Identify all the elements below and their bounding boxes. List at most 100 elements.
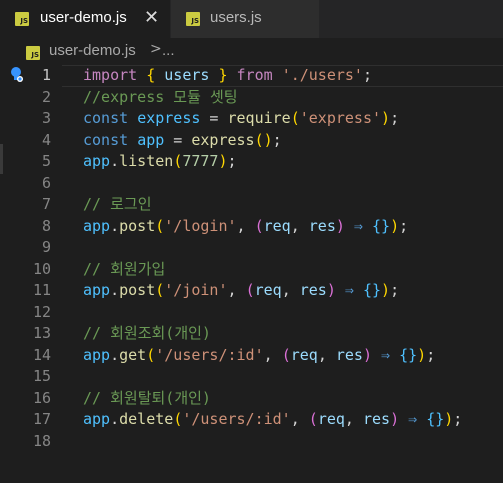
code-token: = [200, 109, 228, 127]
code-token: , [281, 281, 300, 299]
code-line[interactable]: 16 // 회원탈퇴(개인) [0, 388, 503, 410]
tab-label: users.js [210, 9, 262, 26]
code-token: ( [245, 281, 255, 299]
code-token: ; [390, 109, 400, 127]
code-token: ; [426, 345, 436, 364]
tab-users[interactable]: JS users.js [171, 0, 319, 38]
line-number: 15 [32, 367, 51, 385]
code-text: //express 모듈 셋팅 [83, 87, 238, 109]
code-token: , [317, 345, 336, 364]
js-file-icon: JS [26, 46, 40, 60]
code-token: {} [372, 216, 391, 235]
code-text: // 회원탈퇴(개인) [83, 388, 211, 410]
code-token: {} [362, 281, 382, 299]
code-token: ) [390, 216, 400, 235]
code-token: () [254, 130, 273, 149]
code-line[interactable]: 5 app.listen(7777); [0, 151, 503, 173]
code-line[interactable]: 10 // 회원가입 [0, 259, 503, 281]
code-line[interactable]: 8 app.post('/login', (req, res) ⇒ {}); [0, 216, 503, 238]
line-number: 18 [32, 431, 51, 450]
code-token: ( [290, 109, 300, 127]
code-token: ; [227, 152, 237, 170]
code-line[interactable]: 15 [0, 366, 503, 388]
code-text: app.delete('/users/:id', (req, res) ⇒ {}… [83, 409, 462, 431]
code-line[interactable]: 3 const express = require('express'); [0, 108, 503, 130]
code-token: express [191, 130, 255, 149]
code-line[interactable]: 12 [0, 302, 503, 324]
code-token: ) [444, 410, 454, 428]
line-number: 17 [32, 410, 51, 428]
code-token: . [110, 216, 120, 235]
code-token: ⇒ [399, 410, 427, 428]
code-token: 7777 [182, 152, 219, 170]
code-token: '/users/:id' [155, 345, 264, 364]
code-line[interactable]: 11 app.post('/join', (req, res) ⇒ {}); [0, 280, 503, 302]
line-number: 8 [41, 216, 51, 235]
chevron-right-icon: > [150, 41, 162, 57]
code-token: app [83, 410, 111, 428]
code-token: ⇒ [335, 281, 363, 299]
code-line[interactable]: 4 const app = express(); [0, 130, 503, 152]
code-line[interactable]: 1 import { users } from './users'; [0, 65, 503, 87]
code-text: const app = express(); [83, 130, 282, 152]
code-line[interactable]: 13 // 회원조회(개인) [0, 323, 503, 345]
close-icon[interactable]: ✕ [144, 7, 159, 28]
code-token: . [110, 152, 120, 170]
code-line[interactable]: 18 [0, 431, 503, 453]
code-token: // 회원가입 [83, 259, 166, 278]
line-number: 5 [41, 152, 51, 170]
code-token: ) [335, 216, 345, 235]
line-number: 16 [32, 388, 51, 407]
code-token: res [362, 410, 391, 428]
code-token: ( [308, 410, 318, 428]
code-token: ) [390, 410, 400, 428]
code-token: {} [426, 410, 445, 428]
code-token: listen [119, 152, 174, 170]
tab-user-demo[interactable]: JS user-demo.js ✕ [0, 0, 171, 38]
code-line[interactable]: 17 app.delete('/users/:id', (req, res) ⇒ … [0, 409, 503, 431]
tab-bar: JS user-demo.js ✕ JS users.js [0, 0, 503, 38]
code-text: const express = require('express'); [83, 108, 399, 130]
code-token: // 로그인 [83, 195, 152, 213]
code-token: ; [362, 66, 372, 84]
code-token: res [299, 281, 327, 299]
code-token: ; [390, 281, 400, 299]
lightbulb-icon[interactable] [8, 66, 24, 84]
code-token: , [236, 216, 255, 235]
code-token: ) [218, 152, 228, 170]
code-token: // 회원탈퇴(개인) [83, 388, 211, 407]
code-token: '/users/:id' [182, 410, 291, 428]
code-line[interactable]: 9 [0, 237, 503, 259]
code-text: // 로그인 [83, 194, 152, 216]
code-token: //express 모듈 셋팅 [83, 87, 238, 106]
code-token: '/login' [164, 216, 237, 235]
code-token: from [236, 66, 273, 84]
code-token: , [290, 216, 309, 235]
code-token: { [146, 66, 156, 84]
line-number: 14 [32, 345, 51, 364]
code-line[interactable]: 2 //express 모듈 셋팅 [0, 87, 503, 109]
code-token: ; [272, 130, 282, 149]
code-token: app [83, 152, 111, 170]
js-file-icon: JS [15, 12, 29, 26]
code-line[interactable]: 7 // 로그인 [0, 194, 503, 216]
code-line[interactable]: 6 [0, 173, 503, 195]
line-number: 13 [32, 324, 51, 342]
code-token: req [263, 216, 291, 235]
code-token: app [137, 130, 165, 149]
line-number: 2 [41, 87, 51, 106]
line-number: 11 [32, 281, 51, 299]
tab-label: user-demo.js [40, 9, 127, 26]
code-line[interactable]: 14 app.get('/users/:id', (req, res) ⇒ {})… [0, 345, 503, 367]
breadcrumb-symbol[interactable]: ... [162, 42, 175, 59]
code-token: ⇒ [344, 216, 372, 235]
breadcrumb-file[interactable]: user-demo.js [49, 42, 136, 59]
code-text: // 회원조회(개인) [83, 323, 211, 345]
code-token: get [119, 345, 147, 364]
code-token: = [164, 130, 192, 149]
code-token: res [335, 345, 363, 364]
code-token: users [164, 66, 210, 84]
